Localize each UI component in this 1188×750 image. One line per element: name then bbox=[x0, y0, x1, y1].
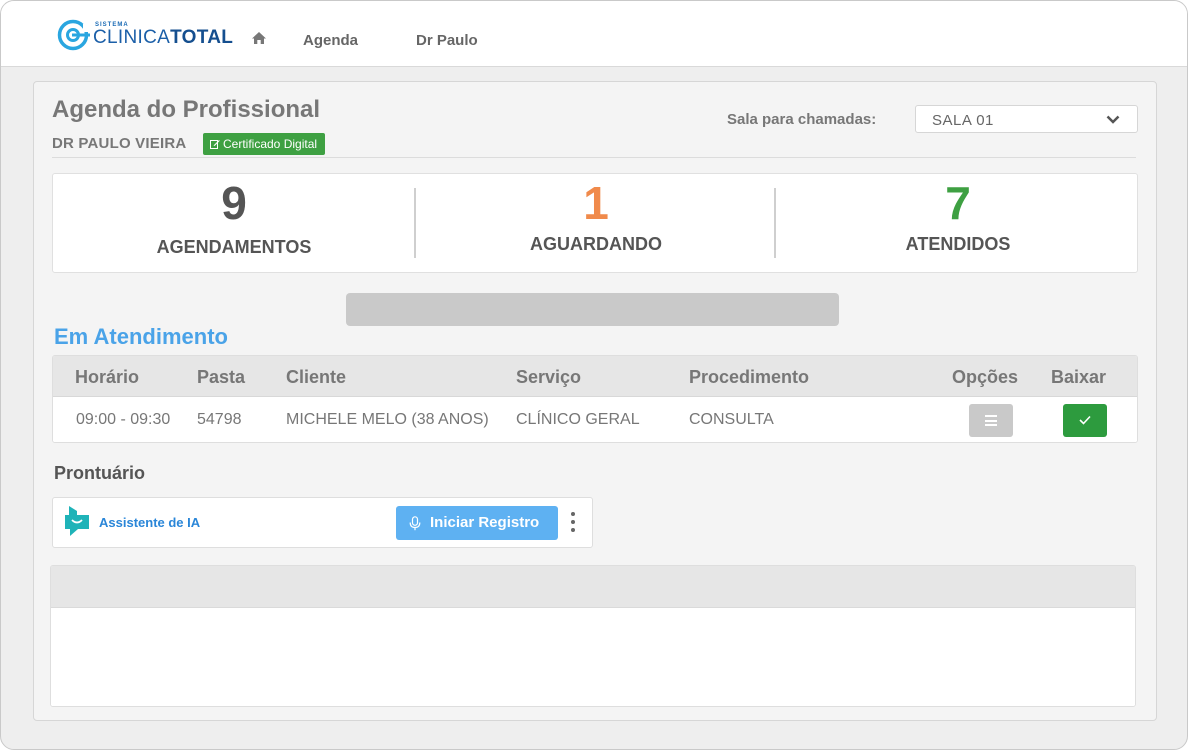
cell-service: CLÍNICO GERAL bbox=[516, 411, 640, 428]
column-header-service: Serviço bbox=[516, 367, 582, 387]
ai-assistant-label: Assistente de IA bbox=[99, 515, 201, 530]
stat-appointments: 9 AGENDAMENTOS bbox=[53, 174, 415, 272]
ai-assistant-bar: Assistente de IA Iniciar Registro bbox=[52, 497, 593, 548]
record-editor[interactable] bbox=[50, 565, 1136, 707]
stat-attended-value: 7 bbox=[945, 177, 971, 229]
page-title: Agenda do Profissional bbox=[52, 96, 321, 123]
room-select-value: SALA 01 bbox=[932, 112, 994, 129]
stat-appointments-value: 9 bbox=[221, 177, 247, 229]
stat-attended: 7 ATENDIDOS bbox=[777, 174, 1139, 272]
cell-folder: 54798 bbox=[197, 411, 242, 428]
column-header-folder: Pasta bbox=[197, 367, 246, 387]
options-button[interactable] bbox=[969, 404, 1013, 437]
finish-button[interactable] bbox=[1063, 404, 1107, 437]
editor-toolbar bbox=[51, 566, 1135, 608]
check-icon bbox=[1079, 415, 1091, 425]
stat-waiting-label: AGUARDANDO bbox=[530, 234, 662, 254]
stats-panel: 9 AGENDAMENTOS 1 AGUARDANDO 7 ATENDIDOS bbox=[52, 173, 1138, 273]
loading-bar bbox=[346, 293, 839, 326]
stat-appointments-label: AGENDAMENTOS bbox=[156, 237, 312, 257]
stat-waiting-value: 1 bbox=[583, 177, 609, 229]
microphone-icon bbox=[409, 516, 421, 531]
more-options-icon[interactable] bbox=[569, 512, 577, 534]
cell-procedure: CONSULTA bbox=[689, 411, 774, 428]
column-header-client: Cliente bbox=[286, 367, 347, 387]
in-service-title: Em Atendimento bbox=[54, 324, 228, 349]
edit-icon bbox=[210, 140, 220, 149]
menu-icon-line bbox=[985, 415, 997, 417]
doctor-name: DR PAULO VIEIRA bbox=[52, 135, 187, 152]
stat-attended-label: ATENDIDOS bbox=[905, 234, 1011, 254]
start-record-button[interactable]: Iniciar Registro bbox=[396, 506, 558, 540]
certificate-badge-label: Certificado Digital bbox=[223, 137, 318, 151]
cell-client: MICHELE MELO (38 ANOS) bbox=[286, 411, 489, 428]
title-divider bbox=[52, 157, 1136, 158]
certificate-badge: Certificado Digital bbox=[203, 133, 326, 155]
logo-icon bbox=[57, 19, 91, 51]
app-window: SISTEMA CLINICATOTAL Agenda Dr Paulo Age… bbox=[0, 0, 1188, 750]
start-record-label: Iniciar Registro bbox=[430, 514, 540, 531]
room-label: Sala para chamadas: bbox=[727, 111, 877, 128]
main-card: Agenda do Profissional DR PAULO VIEIRA C… bbox=[33, 81, 1157, 721]
editor-body[interactable] bbox=[51, 608, 1135, 706]
home-icon[interactable] bbox=[251, 31, 267, 45]
stat-divider bbox=[774, 188, 776, 258]
cell-time: 09:00 - 09:30 bbox=[76, 411, 171, 428]
logo[interactable]: SISTEMA CLINICATOTAL bbox=[57, 18, 233, 52]
column-header-options: Opções bbox=[952, 367, 1019, 387]
logo-text-bold: TOTAL bbox=[170, 27, 234, 48]
table-header: Horário Pasta Cliente Serviço Procedimen… bbox=[53, 356, 1137, 397]
logo-text-light: CLINICA bbox=[93, 27, 171, 48]
ai-assistant-icon bbox=[65, 506, 89, 536]
table-row[interactable]: 09:00 - 09:30 54798 MICHELE MELO (38 ANO… bbox=[53, 397, 1137, 442]
menu-icon-line bbox=[985, 424, 997, 426]
nav-doctor[interactable]: Dr Paulo bbox=[416, 32, 478, 49]
chevron-down-icon bbox=[1106, 115, 1120, 124]
top-navbar: SISTEMA CLINICATOTAL Agenda Dr Paulo bbox=[1, 1, 1187, 67]
menu-icon-line bbox=[985, 419, 997, 422]
nav-agenda[interactable]: Agenda bbox=[303, 32, 358, 49]
medical-record-title: Prontuário bbox=[54, 463, 146, 483]
in-service-table: Horário Pasta Cliente Serviço Procedimen… bbox=[52, 355, 1138, 443]
column-header-procedure: Procedimento bbox=[689, 367, 810, 387]
stat-waiting: 1 AGUARDANDO bbox=[415, 174, 777, 272]
room-select[interactable]: SALA 01 bbox=[915, 105, 1138, 133]
column-header-finish: Baixar bbox=[1051, 367, 1107, 387]
column-header-time: Horário bbox=[75, 367, 140, 387]
logo-main-text: CLINICATOTAL bbox=[93, 27, 233, 49]
